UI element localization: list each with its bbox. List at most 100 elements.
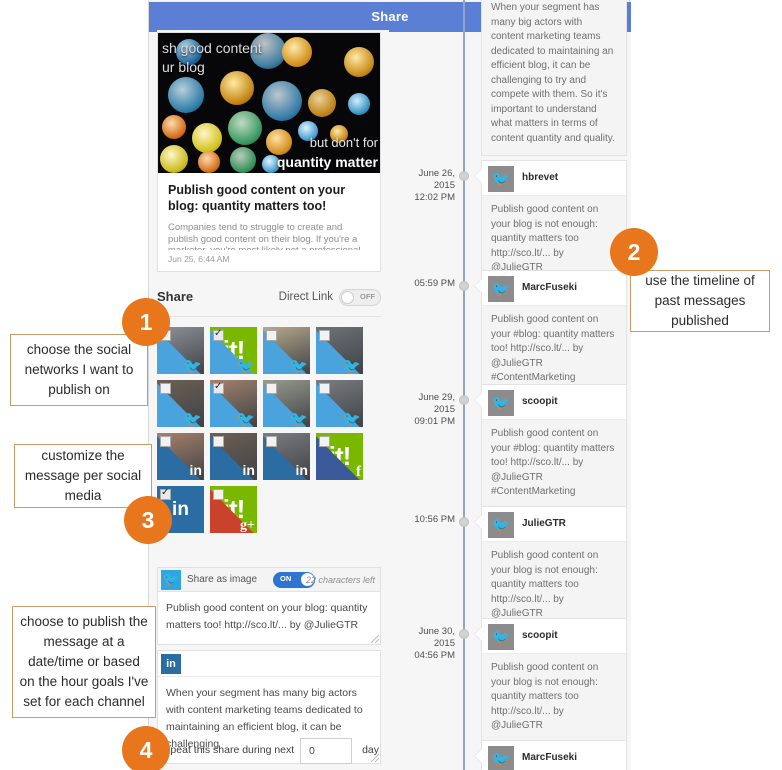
annotation-note-3: customize the message per social media xyxy=(14,444,152,508)
annotation-number: 4 xyxy=(139,736,153,763)
resize-handle[interactable] xyxy=(371,635,379,643)
repeat-unit-label: day xyxy=(362,744,379,756)
account-checkbox[interactable] xyxy=(160,487,171,500)
timeline-username: scoopit xyxy=(522,396,558,407)
timeline-username: scoopit xyxy=(522,630,558,641)
direct-link-state: OFF xyxy=(360,292,375,301)
timeline-message-card[interactable]: 🐦 hbrevet Publish good content on your blo… xyxy=(474,160,627,286)
social-account-a4[interactable]: 🐦 xyxy=(316,327,363,374)
twitter-icon: 🐦 xyxy=(289,411,308,427)
timeline-message-card[interactable]: 🐦 JulieGTR Publish good content on your bl… xyxy=(474,506,627,632)
twitter-icon: 🐦 xyxy=(342,411,361,427)
twitter-compose-header: 🐦 Share as image ON 22 characters left xyxy=(158,568,380,592)
facebook-icon: f xyxy=(356,464,361,480)
timeline-card-header: 🐦 MarcFuseki xyxy=(482,741,626,770)
account-checkbox[interactable] xyxy=(213,436,224,447)
social-account-a8[interactable]: 🐦 xyxy=(316,380,363,427)
account-checkbox[interactable] xyxy=(266,383,277,394)
twitter-icon: 🐦 xyxy=(289,358,308,374)
annotation-bubble-1: 1 xyxy=(122,298,170,346)
modal-body: sh good content ur blog but don't for qu… xyxy=(149,0,631,770)
timeline-dot xyxy=(459,517,469,527)
account-checkbox[interactable] xyxy=(213,328,224,341)
annotation-text: customize the message per social media xyxy=(24,448,142,503)
screenshot-root: Share ✕ xyxy=(0,0,782,770)
article-preview-image: sh good content ur blog but don't for qu… xyxy=(158,33,380,173)
social-account-a7[interactable]: 🐦 xyxy=(263,380,310,427)
preview-image-headline-1: sh good content xyxy=(162,40,262,56)
social-account-a2[interactable]: it!🐦 xyxy=(210,327,257,374)
linkedin-icon: in xyxy=(189,462,202,478)
linkedin-icon: in xyxy=(242,462,255,478)
account-checkbox[interactable] xyxy=(213,489,224,500)
annotation-number: 1 xyxy=(139,308,153,335)
direct-link-label: Direct Link xyxy=(278,291,333,303)
direct-link-toggle[interactable]: OFF xyxy=(339,289,381,306)
annotation-bubble-3: 3 xyxy=(124,496,172,544)
gplus-icon: g+ xyxy=(240,518,255,533)
social-account-a3[interactable]: 🐦 xyxy=(263,327,310,374)
twitter-icon: 🐦 xyxy=(183,411,202,427)
account-checkbox[interactable] xyxy=(319,383,330,394)
timeline-card-header: 🐦 hbrevet xyxy=(482,161,626,195)
account-checkbox[interactable] xyxy=(160,383,171,394)
repeat-share-row: Repeat this share during next 0 day xyxy=(157,738,381,766)
account-checkbox[interactable] xyxy=(266,330,277,341)
twitter-message-input[interactable]: Publish good content on your blog: quant… xyxy=(158,592,380,644)
timeline-dot xyxy=(459,281,469,291)
timeline-message-card[interactable]: 🐦 scoopit Publish good content on your #bl… xyxy=(474,384,627,510)
social-account-a10[interactable]: in xyxy=(210,433,257,480)
repeat-days-input[interactable]: 0 xyxy=(300,738,352,764)
twitter-compose-block: 🐦 Share as image ON 22 characters left P… xyxy=(157,567,381,645)
timeline-card-header: 🐦 scoopit xyxy=(482,619,626,653)
timeline-card-header: 🐦 MarcFuseki xyxy=(482,271,626,305)
timeline-message-text: Publish good content on your #blog: quan… xyxy=(482,419,626,509)
annotation-number: 3 xyxy=(141,506,155,533)
linkedin-icon: in xyxy=(295,462,308,478)
annotation-note-4: choose to publish the message at a date/… xyxy=(12,606,156,718)
social-account-a9[interactable]: in xyxy=(157,433,204,480)
timeline-username: MarcFuseki xyxy=(522,282,578,293)
account-checkbox[interactable] xyxy=(319,330,330,341)
annotation-note-2: use the timeline of past messages publis… xyxy=(630,270,770,332)
twitter-icon: 🐦 xyxy=(488,166,514,192)
timeline-message-card[interactable]: 🐦 MarcFuseki xyxy=(474,740,627,770)
timeline-message-text: Publish good content on your blog is not… xyxy=(482,653,626,743)
timeline-username: JulieGTR xyxy=(522,518,566,529)
annotation-text: choose to publish the message at a date/… xyxy=(19,614,149,709)
timeline-message-card[interactable]: 🐦 scoopit Publish good content on your blo… xyxy=(474,618,627,744)
social-account-a11[interactable]: in xyxy=(263,433,310,480)
timeline-timestamp: June 26, 2015 12:02 PM xyxy=(414,168,455,203)
social-account-a14[interactable]: it!g+ xyxy=(210,486,257,533)
social-account-a6[interactable]: 🐦 xyxy=(210,380,257,427)
timeline-message-card[interactable]: 🐦 MarcFuseki Publish good content on your … xyxy=(474,270,627,396)
annotation-text: use the timeline of past messages publis… xyxy=(645,273,755,328)
preview-description: Companies tend to struggle to create and… xyxy=(168,222,360,250)
account-checkbox[interactable] xyxy=(319,436,330,447)
timeline-timestamp: 05:59 PM xyxy=(414,278,455,289)
timeline-timestamp: June 30, 2015 04:56 PM xyxy=(414,626,455,661)
timeline-message-text: When your segment has many big actors wi… xyxy=(482,0,626,155)
twitter-icon: 🐦 xyxy=(488,624,514,650)
account-checkbox[interactable] xyxy=(160,436,171,447)
linkedin-compose-header: in xyxy=(158,651,380,677)
account-checkbox[interactable] xyxy=(266,436,277,447)
annotation-bubble-2: 2 xyxy=(610,228,658,276)
timeline-message-card[interactable]: 🐦When your segment has many big actors w… xyxy=(481,0,627,156)
timeline-dot xyxy=(459,171,469,181)
timeline-timestamp: 10:56 PM xyxy=(414,514,455,525)
twitter-icon: 🐦 xyxy=(161,570,181,590)
account-checkbox[interactable] xyxy=(213,381,224,394)
timeline-dot xyxy=(459,629,469,639)
article-preview-card[interactable]: sh good content ur blog but don't for qu… xyxy=(157,32,381,272)
social-account-a12[interactable]: it!f xyxy=(316,433,363,480)
social-account-a5[interactable]: 🐦 xyxy=(157,380,204,427)
timeline-username: MarcFuseki xyxy=(522,752,578,763)
annotation-note-1: choose the social networks I want to pub… xyxy=(10,334,148,406)
timeline-card-header: 🐦 scoopit xyxy=(482,385,626,419)
share-header-row: Share Direct Link OFF xyxy=(157,285,381,317)
repeat-label: Repeat this share during next xyxy=(157,744,295,756)
timeline-message-text: Publish good content on your #blog: quan… xyxy=(482,305,626,395)
share-modal: Share ✕ xyxy=(148,0,631,770)
timeline-column: 🐦 When your segment has many big actors w… xyxy=(397,0,631,770)
